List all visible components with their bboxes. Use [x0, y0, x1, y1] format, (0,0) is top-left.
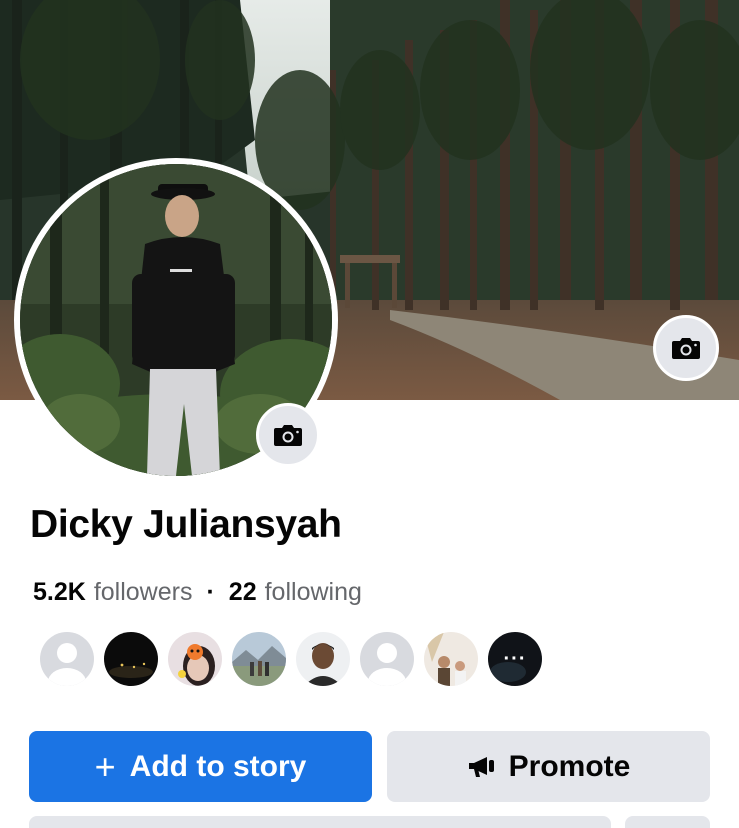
followers-count: 5.2K: [33, 578, 86, 606]
follow-stats: 5.2K followers · 22 following: [33, 578, 362, 607]
friend-avatar[interactable]: [38, 630, 96, 688]
default-avatar-icon: [360, 632, 414, 686]
following-link[interactable]: 22 following: [229, 578, 362, 607]
friend-avatar[interactable]: [422, 630, 480, 688]
friend-avatar[interactable]: [102, 630, 160, 688]
edit-profile-button[interactable]: [29, 816, 611, 828]
friend-photo: [296, 632, 350, 686]
add-to-story-label: Add to story: [129, 749, 307, 783]
more-friends-button[interactable]: ···: [486, 630, 544, 688]
friend-photo: [104, 632, 158, 686]
more-options-button[interactable]: [625, 816, 710, 828]
stats-separator: ·: [206, 578, 215, 606]
profile-picture-camera-button[interactable]: [256, 403, 320, 467]
megaphone-icon: [467, 754, 497, 780]
add-to-story-button[interactable]: + Add to story: [29, 731, 372, 802]
promote-button[interactable]: Promote: [387, 731, 710, 802]
friend-photo: [232, 632, 286, 686]
friend-avatar[interactable]: [230, 630, 288, 688]
camera-icon: [672, 338, 700, 359]
friend-photo: [168, 632, 222, 686]
followers-label: followers: [93, 578, 193, 606]
friends-avatar-row: ···: [38, 630, 550, 688]
friend-avatar[interactable]: [166, 630, 224, 688]
friend-photo: [424, 632, 478, 686]
camera-icon: [274, 425, 302, 446]
profile-name: Dicky Juliansyah: [30, 503, 342, 546]
followers-link[interactable]: 5.2K followers: [33, 578, 192, 607]
friend-avatar[interactable]: [358, 630, 416, 688]
plus-icon: +: [94, 745, 116, 787]
friend-avatar[interactable]: [294, 630, 352, 688]
more-dots-icon: ···: [503, 647, 527, 670]
following-count: 22: [228, 578, 257, 606]
following-label: following: [264, 578, 362, 606]
default-avatar-icon: [40, 632, 94, 686]
cover-camera-button[interactable]: [653, 315, 719, 381]
promote-label: Promote: [508, 749, 631, 783]
